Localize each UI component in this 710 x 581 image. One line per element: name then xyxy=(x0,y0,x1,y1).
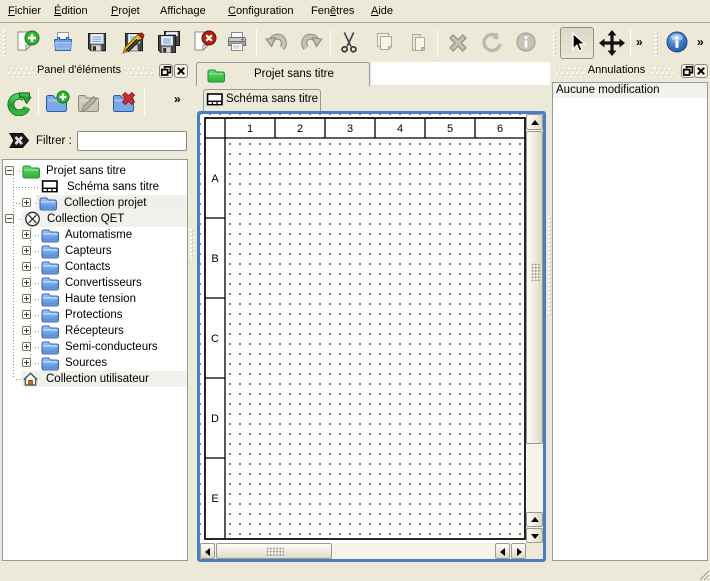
svg-text:E: E xyxy=(211,493,218,505)
svg-text:A: A xyxy=(211,173,219,185)
svg-text:6: 6 xyxy=(496,123,502,135)
svg-text:4: 4 xyxy=(396,123,402,135)
svg-text:B: B xyxy=(211,253,218,265)
svg-text:5: 5 xyxy=(446,123,452,135)
svg-text:3: 3 xyxy=(346,123,352,135)
svg-text:1: 1 xyxy=(246,123,252,135)
svg-text:2: 2 xyxy=(296,123,302,135)
svg-text:D: D xyxy=(211,413,219,425)
svg-text:C: C xyxy=(211,333,219,345)
